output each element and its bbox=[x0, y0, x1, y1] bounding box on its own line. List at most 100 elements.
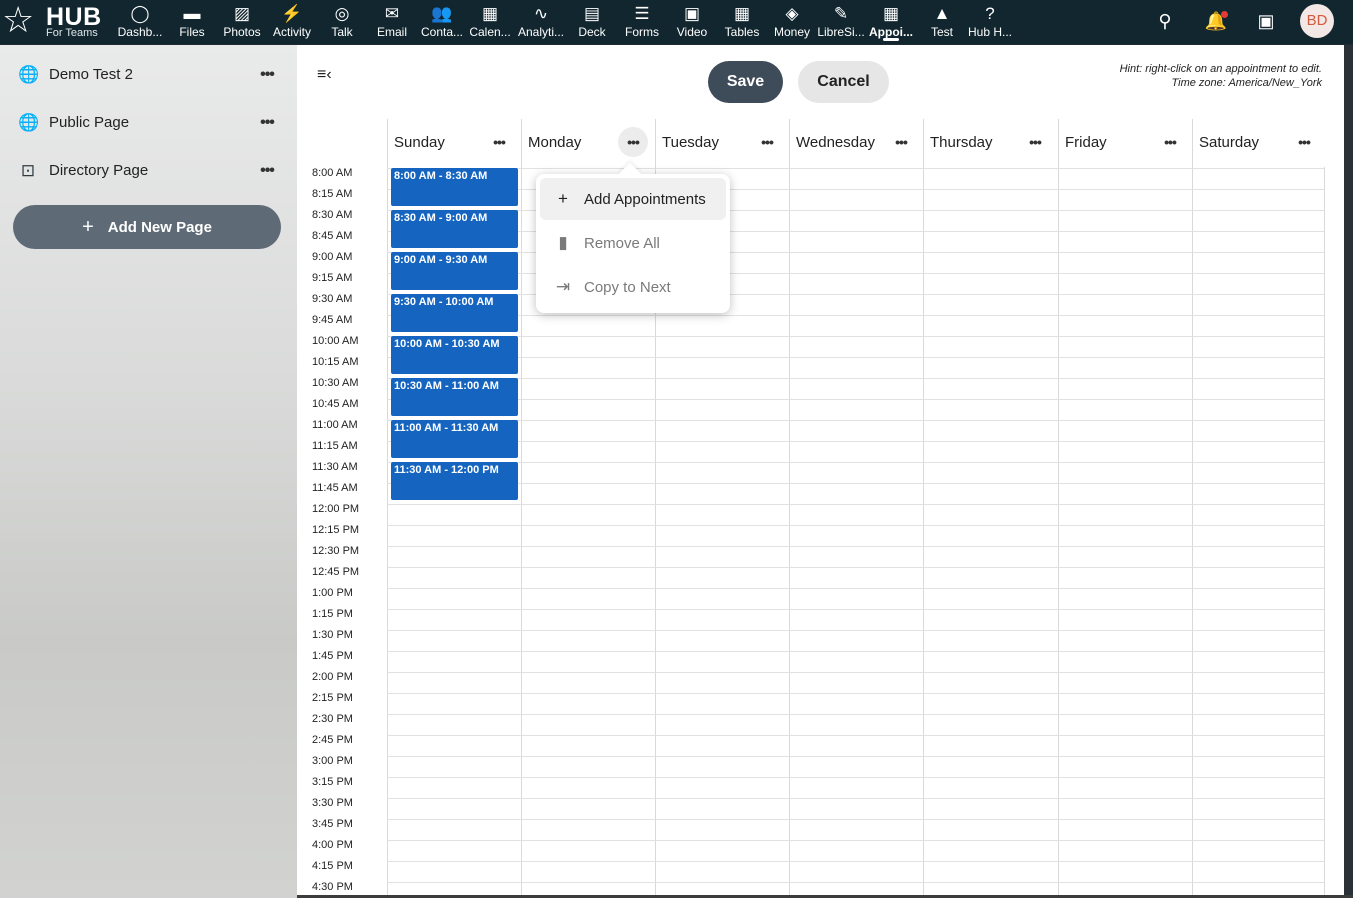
hub-logo[interactable]: ☆ HUB For Teams bbox=[2, 1, 108, 41]
time-label: 3:15 PM bbox=[312, 776, 353, 788]
time-row-line bbox=[387, 714, 1324, 715]
collapse-sidebar-icon[interactable]: ≡‹ bbox=[317, 66, 337, 84]
nav-label: Appoi... bbox=[869, 25, 913, 39]
nav-item-money[interactable]: ◈ Money bbox=[766, 0, 818, 44]
day-header-thursday: Thursday ••• bbox=[923, 119, 1057, 167]
nav-item-contacts[interactable]: 👥 Conta... bbox=[416, 0, 468, 44]
search-icon[interactable]: ⚲ bbox=[1152, 8, 1178, 34]
nav-label: Video bbox=[676, 25, 708, 39]
nav-item-forms[interactable]: ☰ Forms bbox=[616, 0, 668, 44]
appointment-slot[interactable]: 9:30 AM - 10:00 AM bbox=[391, 294, 518, 332]
sidebar-item-directory-page[interactable]: ⊡ Directory Page ••• bbox=[0, 149, 297, 193]
time-label: 4:30 PM bbox=[312, 881, 353, 893]
top-navigation-bar: ☆ HUB For Teams ◯ Dashb... ▬ Files ▨ Photos ⚡ A… bbox=[0, 0, 1353, 44]
forms-icon: ☰ bbox=[634, 4, 650, 23]
time-label: 1:45 PM bbox=[312, 650, 353, 662]
copy-to-next-menu-item[interactable]: ⇥ Copy to Next bbox=[540, 266, 726, 308]
nav-item-lightning[interactable]: ⚡ Activity bbox=[266, 0, 318, 44]
nav-item-deck[interactable]: ▤ Deck bbox=[566, 0, 618, 44]
add-new-page-button[interactable]: + Add New Page bbox=[13, 205, 281, 249]
dashboard-icon: ◯ bbox=[130, 4, 150, 23]
nav-label: Money bbox=[773, 25, 811, 39]
add-new-page-label: Add New Page bbox=[107, 219, 212, 236]
column-divider bbox=[521, 167, 522, 897]
trash-icon: ▮ bbox=[558, 233, 568, 252]
nav-item-libresign[interactable]: ✎ LibreSi... bbox=[815, 0, 867, 44]
nav-item-video[interactable]: ▣ Video bbox=[666, 0, 718, 44]
nav-item-table[interactable]: ▦ Tables bbox=[716, 0, 768, 44]
day-options-icon[interactable]: ••• bbox=[618, 127, 648, 157]
time-row-line bbox=[387, 588, 1324, 589]
time-row-line bbox=[387, 252, 1324, 253]
nav-item-appointments[interactable]: ▦ Appoi... bbox=[865, 0, 917, 44]
day-header-monday: Monday ••• bbox=[521, 119, 655, 167]
add-appointments-menu-item[interactable]: + Add Appointments bbox=[540, 178, 726, 220]
nav-item-dashboard[interactable]: ◯ Dashb... bbox=[114, 0, 166, 44]
nav-item-analytics[interactable]: ∿ Analyti... bbox=[515, 0, 567, 44]
time-row-line bbox=[387, 672, 1324, 673]
nav-item-image[interactable]: ▨ Photos bbox=[216, 0, 268, 44]
day-options-icon[interactable]: ••• bbox=[484, 127, 514, 157]
appointment-slot[interactable]: 8:00 AM - 8:30 AM bbox=[391, 168, 518, 206]
nav-item-folder[interactable]: ▬ Files bbox=[166, 0, 218, 44]
time-label: 1:00 PM bbox=[312, 587, 353, 599]
day-options-icon[interactable]: ••• bbox=[1289, 127, 1319, 157]
nav-label: Conta... bbox=[420, 25, 464, 39]
nav-item-calendar[interactable]: ▦ Calen... bbox=[464, 0, 516, 44]
directory-search-icon: ⊡ bbox=[20, 161, 36, 180]
day-label: Saturday bbox=[1199, 134, 1260, 151]
nav-label: Test bbox=[930, 25, 953, 39]
nav-item-search-bubble[interactable]: ◎ Talk bbox=[316, 0, 368, 44]
time-row-line bbox=[387, 861, 1324, 862]
day-header-sunday: Sunday ••• bbox=[387, 119, 521, 167]
more-options-icon[interactable]: ••• bbox=[254, 158, 280, 184]
time-label: 9:15 AM bbox=[312, 272, 353, 284]
time-label: 8:30 AM bbox=[312, 209, 353, 221]
notification-dot bbox=[1221, 11, 1228, 18]
plus-icon: + bbox=[82, 216, 94, 238]
appointment-slot[interactable]: 11:30 AM - 12:00 PM bbox=[391, 462, 518, 500]
day-label: Tuesday bbox=[662, 134, 719, 151]
appointment-slot[interactable]: 8:30 AM - 9:00 AM bbox=[391, 210, 518, 248]
day-options-icon[interactable]: ••• bbox=[1155, 127, 1185, 157]
time-label: 12:15 PM bbox=[312, 524, 360, 536]
appointment-slot[interactable]: 9:00 AM - 9:30 AM bbox=[391, 252, 518, 290]
time-row-line bbox=[387, 756, 1324, 757]
nav-label: Activity bbox=[272, 25, 311, 39]
timezone-line: Time zone: America/New_York bbox=[1171, 77, 1323, 89]
hint-text: Hint: right-click on an appointment to e… bbox=[1120, 62, 1322, 90]
nav-label: Deck bbox=[578, 25, 606, 39]
appointment-slot[interactable]: 10:00 AM - 10:30 AM bbox=[391, 336, 518, 374]
search-bubble-icon: ◎ bbox=[334, 4, 350, 23]
nav-item-rocket[interactable]: ▲ Test bbox=[916, 0, 968, 44]
more-options-icon[interactable]: ••• bbox=[254, 62, 280, 88]
more-options-icon[interactable]: ••• bbox=[254, 110, 280, 136]
day-options-icon[interactable]: ••• bbox=[1020, 127, 1050, 157]
cancel-button[interactable]: Cancel bbox=[798, 61, 889, 103]
time-label: 11:15 AM bbox=[312, 440, 358, 452]
nav-item-mail[interactable]: ✉ Email bbox=[366, 0, 418, 44]
time-row-line bbox=[387, 882, 1324, 883]
save-button[interactable]: Save bbox=[708, 61, 783, 103]
sidebar-item-demo-test-2[interactable]: 🌐 Demo Test 2 ••• bbox=[0, 53, 297, 97]
libresign-icon: ✎ bbox=[833, 4, 849, 23]
time-row-line bbox=[387, 210, 1324, 211]
nav-item-help[interactable]: ? Hub H... bbox=[964, 0, 1016, 44]
sidebar-item-public-page[interactable]: 🌐 Public Page ••• bbox=[0, 101, 297, 145]
time-row-line bbox=[387, 735, 1324, 736]
appointment-slot[interactable]: 10:30 AM - 11:00 AM bbox=[391, 378, 518, 416]
table-icon: ▦ bbox=[733, 4, 751, 23]
day-header-tuesday: Tuesday ••• bbox=[655, 119, 789, 167]
day-options-icon[interactable]: ••• bbox=[752, 127, 782, 157]
avatar[interactable]: BD bbox=[1300, 4, 1334, 38]
menu-item-label: Copy to Next bbox=[584, 279, 671, 296]
remove-all-menu-item[interactable]: ▮ Remove All bbox=[540, 222, 726, 264]
folder-icon: ▬ bbox=[183, 4, 201, 23]
time-label: 3:00 PM bbox=[312, 755, 353, 767]
contacts-menu-icon[interactable]: ▣ bbox=[1253, 8, 1279, 34]
appointment-slot[interactable]: 11:00 AM - 11:30 AM bbox=[391, 420, 518, 458]
day-options-icon[interactable]: ••• bbox=[886, 127, 916, 157]
time-label: 1:15 PM bbox=[312, 608, 353, 620]
lightning-icon: ⚡ bbox=[281, 4, 303, 23]
time-label: 4:15 PM bbox=[312, 860, 353, 872]
